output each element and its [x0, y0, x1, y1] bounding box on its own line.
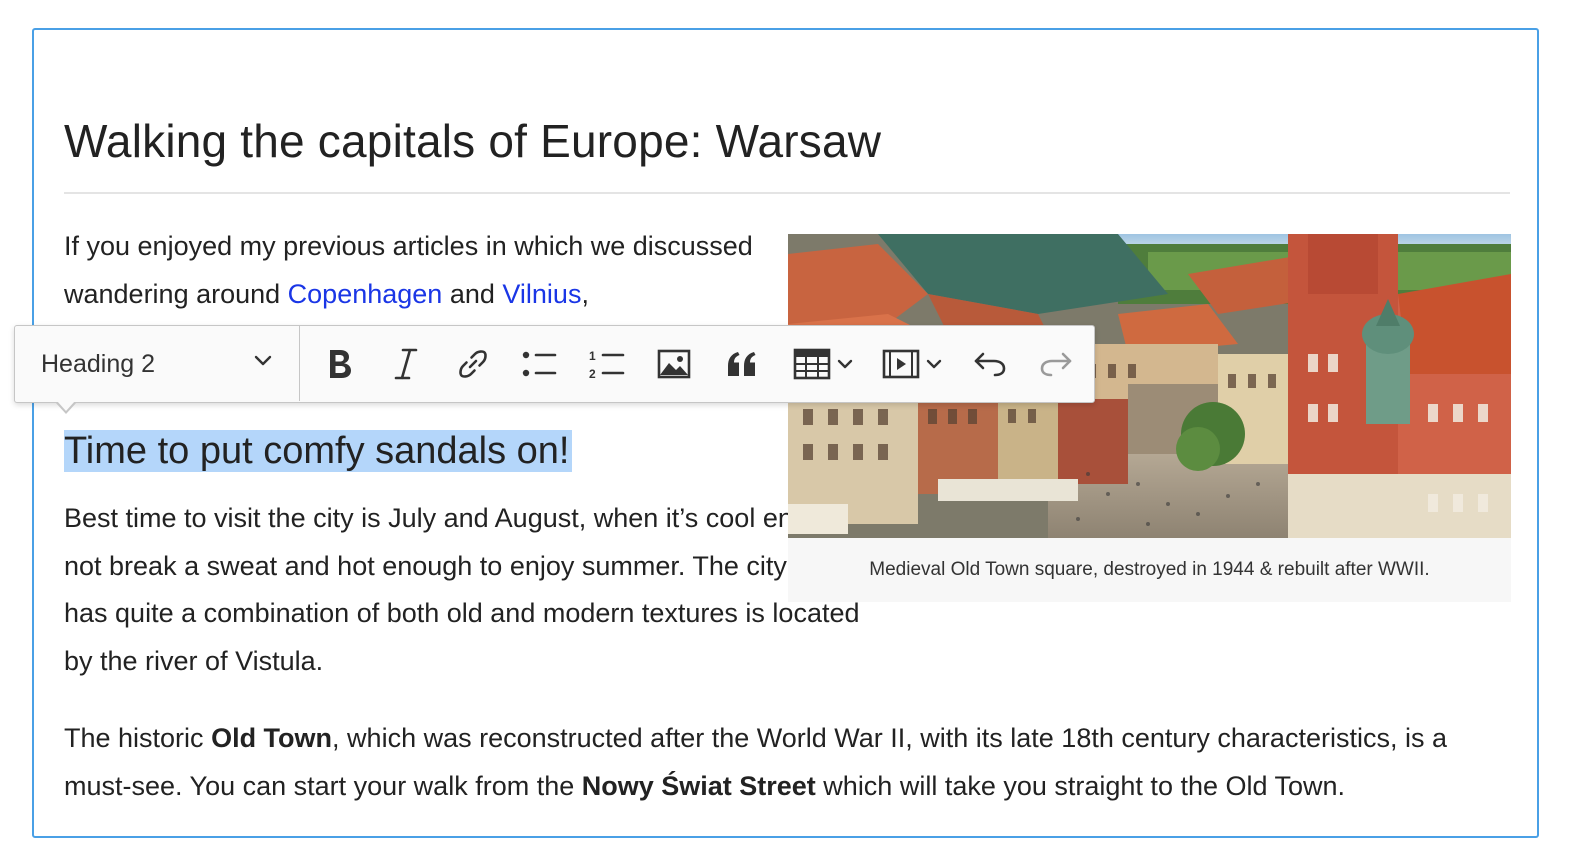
bold-button[interactable]	[321, 343, 357, 385]
vilnius-link[interactable]: Vilnius	[502, 279, 581, 309]
table-icon	[793, 348, 831, 380]
old-town-paragraph[interactable]: The historic Old Town, which was reconst…	[64, 715, 1504, 810]
link-button[interactable]	[455, 343, 491, 385]
media-dropdown-chevron-icon	[926, 358, 942, 370]
numbered-list-icon: 12	[588, 348, 626, 380]
best-time-paragraph[interactable]: Best time to visit the city is July and …	[64, 495, 884, 685]
insert-table-button[interactable]	[790, 343, 856, 385]
block-quote-button[interactable]	[723, 343, 761, 385]
old-town-text-1: The historic	[64, 723, 212, 753]
heading-dropdown-label: Heading 2	[41, 350, 155, 378]
nowy-swiat-bold: Nowy Świat Street	[581, 770, 816, 801]
bold-icon	[324, 347, 354, 381]
copenhagen-link[interactable]: Copenhagen	[288, 279, 443, 309]
redo-button[interactable]	[1037, 343, 1075, 385]
image-figure[interactable]: Medieval Old Town square, destroyed in 1…	[788, 234, 1511, 602]
intro-paragraph[interactable]: If you enjoyed my previous articles in w…	[64, 223, 764, 318]
title-divider	[64, 192, 1510, 194]
intro-text-end: ,	[581, 278, 589, 309]
image-caption[interactable]: Medieval Old Town square, destroyed in 1…	[788, 538, 1511, 602]
section-heading[interactable]: Time to put comfy sandals on!	[64, 426, 572, 476]
numbered-list-button[interactable]: 12	[587, 343, 627, 385]
heading-dropdown[interactable]: Heading 2	[15, 326, 300, 401]
undo-button[interactable]	[971, 343, 1009, 385]
redo-icon	[1039, 351, 1073, 377]
italic-button[interactable]	[388, 343, 424, 385]
insert-image-button[interactable]	[655, 343, 693, 385]
balloon-toolbar: Heading 2 12	[14, 325, 1095, 414]
quote-icon	[725, 350, 759, 378]
svg-text:1: 1	[589, 349, 596, 363]
article-title[interactable]: Walking the capitals of Europe: Warsaw	[64, 114, 881, 168]
intro-text-middle: and	[442, 278, 503, 309]
svg-text:2: 2	[589, 367, 596, 380]
table-dropdown-chevron-icon	[837, 358, 853, 370]
old-town-bold: Old Town	[211, 723, 333, 753]
bulleted-list-icon	[522, 350, 558, 378]
link-icon	[457, 348, 489, 380]
selected-heading-text: Time to put comfy sandals on!	[64, 430, 572, 472]
italic-icon	[393, 347, 419, 381]
bulleted-list-button[interactable]	[520, 343, 560, 385]
chevron-down-icon	[253, 354, 273, 373]
undo-icon	[973, 351, 1007, 377]
image-icon	[657, 349, 691, 379]
media-icon	[882, 348, 920, 380]
editor-area[interactable]: Walking the capitals of Europe: Warsaw I…	[32, 28, 1539, 838]
old-town-text-3: which will take you straight to the Old …	[815, 770, 1346, 801]
insert-media-button[interactable]	[879, 343, 945, 385]
